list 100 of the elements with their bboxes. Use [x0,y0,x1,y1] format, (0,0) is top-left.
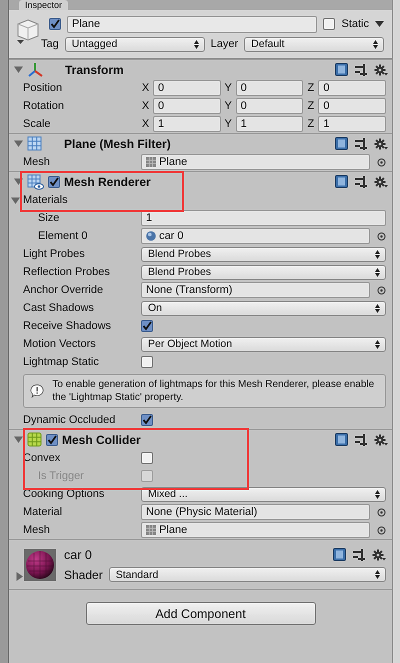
object-field[interactable]: Plane [141,522,370,538]
updown-icon [375,304,380,312]
dropdown[interactable]: On [141,300,386,316]
name-field[interactable]: Plane [67,16,318,32]
static-label: Static [341,18,369,30]
number-field[interactable]: 0 [153,80,221,96]
number-field[interactable]: 0 [318,80,386,96]
preset-icon[interactable] [353,548,365,560]
foldout-icon[interactable] [14,435,23,444]
dropdown[interactable]: Blend Probes [141,264,386,280]
settings-icon[interactable] [374,434,388,446]
tag-dropdown[interactable]: Untagged [64,36,205,52]
settings-icon[interactable] [372,548,386,560]
number-field[interactable]: 0 [318,98,386,114]
axis-label: Y [224,100,233,112]
caret-icon[interactable] [375,21,384,27]
object-picker-icon[interactable] [377,158,386,166]
grid-icon [146,157,156,167]
component-title: Mesh Renderer [64,174,151,188]
checkbox[interactable] [141,414,153,426]
foldout-icon[interactable] [14,177,23,186]
foldout-label[interactable]: Materials [20,194,152,206]
number-field[interactable]: 1 [236,116,304,132]
settings-icon[interactable] [374,64,388,76]
object-field[interactable]: None (Transform) [141,282,370,298]
grid-icon [27,136,42,151]
dropdown[interactable]: Per Object Motion [141,336,386,352]
shader-dropdown[interactable]: Standard [108,567,386,582]
checkbox[interactable] [141,452,153,464]
object-field[interactable]: None (Physic Material) [141,504,370,520]
axis-label: Y [224,82,233,94]
object-picker-icon[interactable] [377,286,386,294]
axis-label: Z [306,118,316,130]
help-icon[interactable] [335,433,348,446]
property-label: Size [37,212,60,224]
object-picker-icon[interactable] [377,232,386,240]
foldout-icon[interactable] [11,196,20,204]
property-label: Mesh [22,156,51,168]
number-field[interactable]: 0 [236,98,304,114]
checkbox[interactable] [141,320,153,332]
property-label: Material [22,506,64,518]
number-field[interactable]: 1 [318,116,386,132]
settings-icon[interactable] [374,176,388,188]
component-title: Mesh Collider [62,432,141,446]
preset-icon[interactable] [355,138,367,150]
updown-icon [194,40,199,48]
dropdown[interactable]: Mixed ... [141,486,386,502]
dropdown[interactable]: Blend Probes [141,246,386,262]
enable-checkbox[interactable] [46,434,58,446]
preset-icon[interactable] [355,176,367,188]
shader-label: Shader [64,568,103,582]
property-label: Cast Shadows [22,302,95,314]
help-icon[interactable] [333,548,346,561]
grid-eye-icon [27,174,44,190]
foldout-icon[interactable] [15,572,24,580]
axis-label: Y [224,118,233,130]
help-icon[interactable] [335,137,348,150]
preset-icon[interactable] [355,64,367,76]
number-field[interactable]: 1 [153,116,221,132]
scrollbar[interactable] [392,0,400,663]
grid-icon [146,525,156,535]
static-checkbox[interactable] [323,18,336,30]
object-field[interactable]: Plane [141,154,370,170]
material-name: car 0 [64,548,92,562]
component-title: Transform [65,62,124,76]
grid-icon [27,432,42,447]
property-label: Position [22,82,64,94]
property-label: Dynamic Occluded [22,414,116,426]
settings-icon[interactable] [374,138,388,150]
inspector-tab[interactable]: Inspector [19,0,68,10]
updown-icon [375,250,380,258]
component-title: Plane (Mesh Filter) [64,136,171,150]
help-text: To enable generation of lightmaps for this Mesh Renderer, please enable the 'Lightmap Static' property. [52,378,376,404]
updown-icon [375,268,380,276]
property-label: Cooking Options [22,488,106,500]
foldout-icon[interactable] [14,139,23,148]
preset-icon[interactable] [355,434,367,446]
axes-icon [27,62,43,77]
add-component-button[interactable]: Add Component [86,602,316,625]
checkbox[interactable] [141,356,153,368]
layer-dropdown[interactable]: Default [244,36,384,52]
sphere-icon [146,231,156,241]
updown-icon [373,40,378,48]
axis-label: Z [306,100,316,112]
number-field[interactable]: 0 [153,98,221,114]
property-label: Mesh [22,524,51,536]
property-label: Reflection Probes [22,266,111,278]
axis-label: X [141,118,150,130]
help-icon[interactable] [335,63,348,76]
number-field[interactable]: 1 [141,210,386,226]
tag-label: Tag [41,38,59,50]
axis-label: X [141,100,150,112]
active-checkbox[interactable] [49,18,61,30]
object-field[interactable]: car 0 [141,228,370,244]
updown-icon [375,340,380,348]
enable-checkbox[interactable] [48,176,60,188]
axis-label: Z [306,82,316,94]
foldout-icon[interactable] [14,65,23,74]
number-field[interactable]: 0 [236,80,304,96]
help-icon[interactable] [335,175,348,188]
